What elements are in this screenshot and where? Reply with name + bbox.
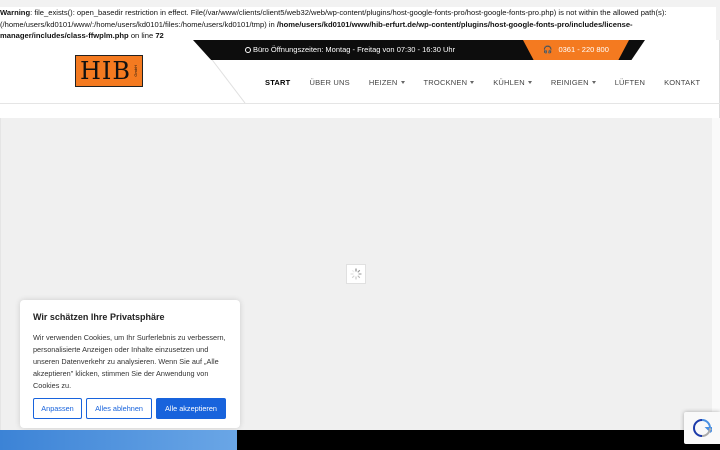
nav-label: KÜHLEN: [493, 78, 525, 87]
hero-dark-strip: [237, 430, 720, 450]
customize-button[interactable]: Anpassen: [33, 398, 82, 419]
header-divider: [0, 103, 720, 104]
cookie-title: Wir schätzen Ihre Privatsphäre: [33, 312, 165, 322]
phone-box[interactable]: 🎧 0361 - 220 800: [523, 40, 629, 60]
spinner-icon: [350, 268, 362, 280]
nav-item-kontakt[interactable]: KONTAKT: [664, 78, 700, 90]
main-nav: START ÜBER UNS HEIZEN TROCKNEN KÜHLEN RE…: [265, 78, 719, 90]
nav-label: REINIGEN: [550, 78, 589, 87]
headset-icon: 🎧: [543, 45, 553, 54]
nav-item-heizen[interactable]: HEIZEN: [369, 78, 405, 90]
caret-down-icon: [591, 81, 596, 84]
office-hours: Büro Öffnungszeiten: Montag - Freitag vo…: [245, 40, 455, 60]
logo-text: HIB: [79, 57, 132, 85]
clock-icon: [245, 47, 251, 53]
hero-image-strip: [0, 430, 237, 450]
caret-down-icon: [400, 81, 405, 84]
warning-on-line: on line: [128, 31, 156, 41]
cookie-consent-dialog: Wir schätzen Ihre Privatsphäre Wir verwe…: [20, 300, 240, 428]
phone-number: 0361 - 220 800: [558, 45, 609, 54]
logo-sub: GmbH: [133, 65, 139, 77]
nav-item-trocknen[interactable]: TROCKNEN: [424, 78, 475, 90]
recaptcha-badge[interactable]: [684, 412, 720, 444]
office-hours-text: Büro Öffnungszeiten: Montag - Freitag vo…: [253, 45, 456, 54]
recaptcha-icon: [692, 419, 712, 437]
accept-all-button[interactable]: Alle akzeptieren: [156, 398, 226, 419]
loading-spinner: [346, 264, 366, 284]
warning-label: Warning: [0, 8, 31, 17]
nav-item-ueber-uns[interactable]: ÜBER UNS: [309, 78, 349, 90]
nav-item-reinigen[interactable]: REINIGEN: [551, 78, 596, 90]
warning-line: 72: [155, 31, 164, 41]
php-warning: Warning: file_exists(): open_basedir res…: [0, 7, 716, 42]
nav-label: TROCKNEN: [423, 78, 468, 87]
nav-label: HEIZEN: [368, 78, 398, 87]
cookie-buttons: Anpassen Alles ablehnen Alle akzeptieren: [33, 398, 226, 419]
caret-down-icon: [527, 81, 532, 84]
caret-down-icon: [470, 81, 475, 84]
nav-item-kuehlen[interactable]: KÜHLEN: [493, 78, 532, 90]
nav-item-lueften[interactable]: LÜFTEN: [615, 78, 645, 90]
logo[interactable]: HIB GmbH: [75, 55, 143, 87]
reject-all-button[interactable]: Alles ablehnen: [86, 398, 152, 419]
cookie-text: Wir verwenden Cookies, um Ihr Surferlebn…: [33, 333, 226, 390]
nav-item-start[interactable]: START: [265, 78, 290, 90]
scrollbar[interactable]: [712, 118, 720, 450]
